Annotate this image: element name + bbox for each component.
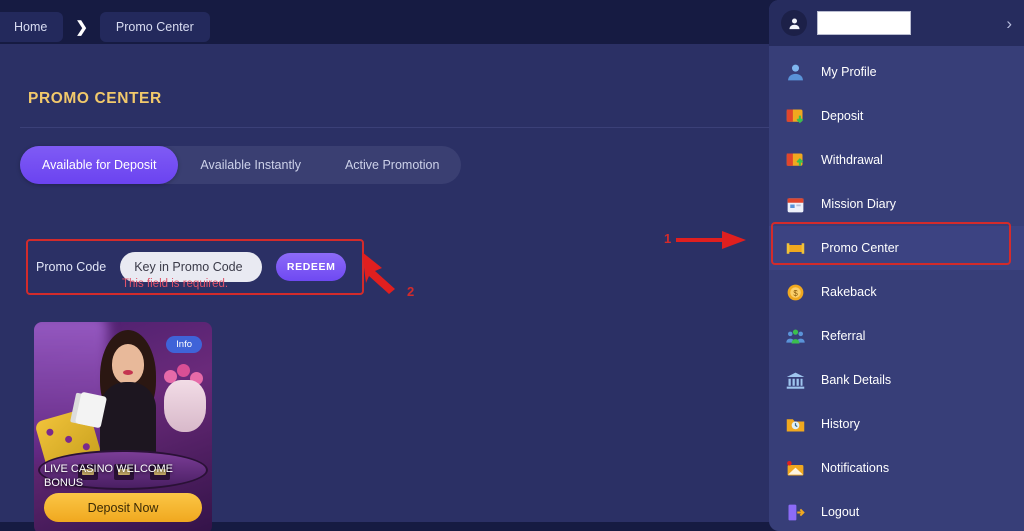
- breadcrumb-promo-center[interactable]: Promo Center: [99, 12, 210, 42]
- profile-icon: [783, 60, 807, 84]
- sidebar-item-deposit[interactable]: Deposit: [769, 94, 1024, 138]
- vase-decoration: [164, 380, 206, 432]
- sidebar-item-bank-details[interactable]: Bank Details: [769, 358, 1024, 402]
- sidebar-item-label: Notifications: [821, 461, 890, 475]
- promo-code-label: Promo Code: [36, 260, 107, 274]
- coin-icon: $: [783, 280, 807, 304]
- sidebar-item-logout[interactable]: Logout: [769, 490, 1024, 531]
- sidebar-item-label: Promo Center: [821, 241, 899, 255]
- sidebar-item-referral[interactable]: Referral: [769, 314, 1024, 358]
- sidebar-item-history[interactable]: History: [769, 402, 1024, 446]
- promo-card[interactable]: Info LIVE CASINO WELCOME BONUS Deposit N…: [34, 322, 212, 531]
- redeem-button[interactable]: REDEEM: [276, 253, 347, 281]
- annotation-1: 1: [664, 231, 672, 246]
- sidebar-item-mission-diary[interactable]: Mission Diary: [769, 182, 1024, 226]
- promo-tabs: Available for Deposit Available Instantl…: [20, 146, 462, 184]
- sidebar-item-label: My Profile: [821, 65, 877, 79]
- tab-available-for-deposit[interactable]: Available for Deposit: [20, 146, 179, 184]
- sidebar-item-label: History: [821, 417, 860, 431]
- sidebar-item-notifications[interactable]: Notifications: [769, 446, 1024, 490]
- people-icon: [783, 324, 807, 348]
- tab-active-promotion[interactable]: Active Promotion: [323, 146, 461, 184]
- chevron-right-icon: ❯: [75, 18, 88, 36]
- promo-code-error: This field is required.: [122, 278, 229, 290]
- withdrawal-icon: [783, 148, 807, 172]
- avatar: [781, 10, 807, 36]
- chevron-right-icon[interactable]: ›: [1006, 15, 1012, 32]
- logout-icon: [783, 500, 807, 524]
- bank-icon: [783, 368, 807, 392]
- breadcrumb-home[interactable]: Home: [0, 12, 64, 42]
- sidebar-item-promo-center[interactable]: Promo Center: [769, 226, 1024, 270]
- tab-available-instantly[interactable]: Available Instantly: [178, 146, 323, 184]
- account-sidebar: › My Profile Deposit Withdrawal Mission …: [769, 0, 1024, 531]
- sidebar-item-label: Deposit: [821, 109, 864, 123]
- envelope-icon: [783, 456, 807, 480]
- sidebar-header[interactable]: ›: [769, 0, 1024, 46]
- breadcrumb: Home ❯ Promo Center: [0, 12, 210, 42]
- annotation-2: 2: [407, 284, 415, 299]
- sidebar-item-withdrawal[interactable]: Withdrawal: [769, 138, 1024, 182]
- sidebar-item-label: Bank Details: [821, 373, 892, 387]
- sidebar-item-label: Withdrawal: [821, 153, 883, 167]
- info-badge[interactable]: Info: [166, 336, 202, 353]
- folder-icon: [783, 412, 807, 436]
- sidebar-item-rakeback[interactable]: $ Rakeback: [769, 270, 1024, 314]
- deposit-now-button[interactable]: Deposit Now: [44, 493, 202, 522]
- sidebar-item-label: Logout: [821, 505, 860, 519]
- sidebar-item-my-profile[interactable]: My Profile: [769, 50, 1024, 94]
- promo-card-title: LIVE CASINO WELCOME BONUS: [44, 463, 173, 489]
- sidebar-item-label: Referral: [821, 329, 866, 343]
- svg-text:$: $: [793, 289, 798, 298]
- sidebar-item-label: Mission Diary: [821, 197, 897, 211]
- sidebar-item-label: Rakeback: [821, 285, 877, 299]
- calendar-icon: [783, 192, 807, 216]
- app-screen: Home ❯ Promo Center PROMO CENTER Availab…: [0, 0, 1024, 531]
- page-title: PROMO CENTER: [28, 90, 162, 107]
- promo-icon: [783, 236, 807, 260]
- sidebar-menu: My Profile Deposit Withdrawal Mission Di…: [769, 46, 1024, 531]
- username-field[interactable]: [817, 11, 911, 35]
- deposit-icon: [783, 104, 807, 128]
